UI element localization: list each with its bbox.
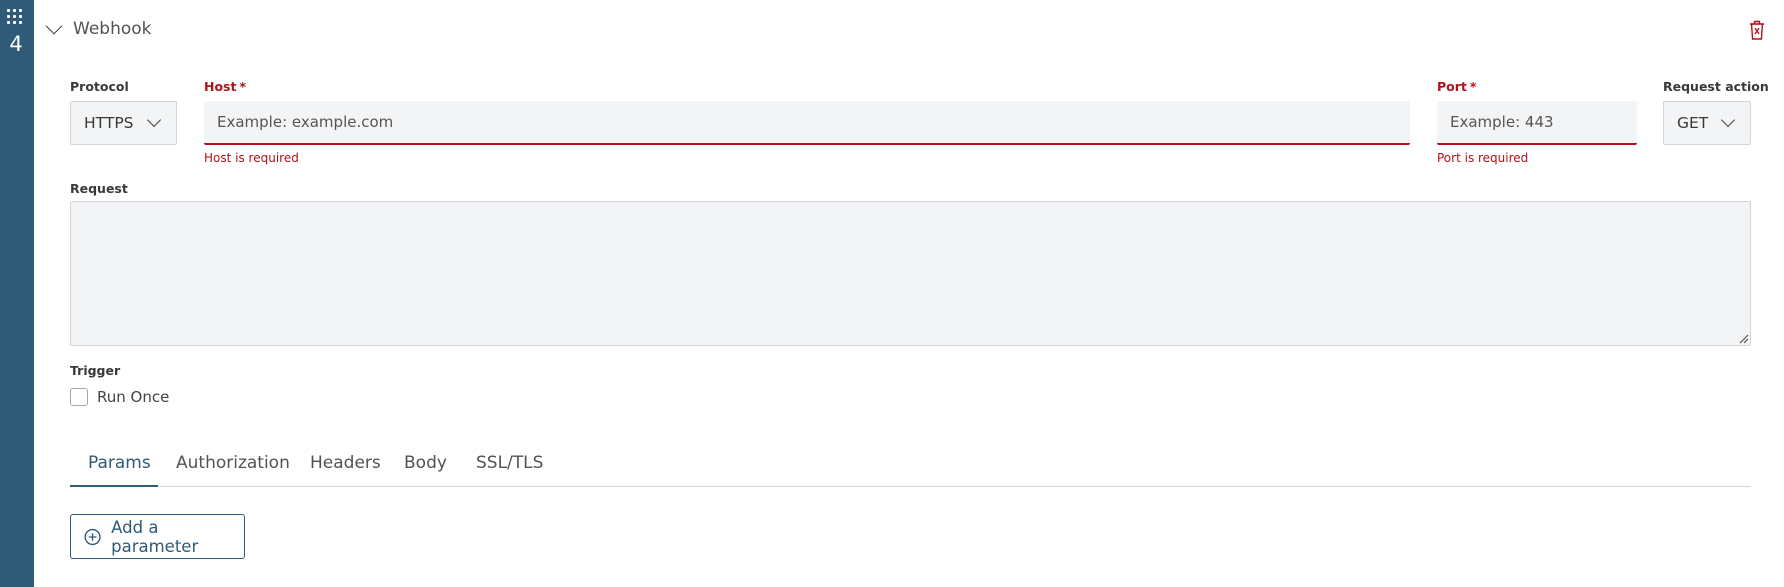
tab-authorization[interactable]: Authorization: [176, 450, 290, 487]
protocol-label: Protocol: [70, 79, 129, 94]
host-label-text: Host: [204, 79, 237, 94]
webhook-step-page: 4 Webhook Protocol HTTPS Host* Host is r…: [0, 0, 1784, 587]
request-label: Request: [70, 181, 128, 196]
port-field: [1437, 101, 1637, 145]
step-number: 4: [9, 32, 23, 56]
request-textarea[interactable]: [70, 201, 1751, 346]
tab-bar: Params Authorization Headers Body SSL/TL…: [70, 450, 1751, 487]
run-once-label[interactable]: Run Once: [97, 388, 169, 406]
port-label: Port *: [1437, 79, 1476, 94]
add-parameter-label: Add a parameter: [111, 517, 199, 556]
port-label-text: Port: [1437, 79, 1467, 94]
drag-grid-icon[interactable]: [7, 9, 23, 25]
tab-params[interactable]: Params: [88, 450, 151, 487]
required-mark: *: [239, 79, 247, 94]
port-error: Port is required: [1437, 151, 1529, 165]
tab-ssl-tls[interactable]: SSL/TLS: [476, 450, 543, 487]
section-title: Webhook: [73, 19, 152, 39]
port-input[interactable]: [1437, 101, 1637, 143]
trigger-label: Trigger: [70, 363, 121, 378]
chevron-down-icon: [146, 112, 162, 128]
request-action-label: Request action: [1663, 79, 1769, 94]
host-label: Host *: [204, 79, 246, 94]
add-parameter-button[interactable]: Add a parameter: [70, 514, 245, 559]
protocol-value: HTTPS: [84, 114, 134, 132]
section-toggle[interactable]: Webhook: [45, 16, 152, 42]
chevron-down-icon: [1720, 112, 1736, 128]
host-field: [204, 101, 1410, 145]
request-action-select[interactable]: GET: [1663, 101, 1751, 145]
protocol-select[interactable]: HTTPS: [70, 101, 177, 145]
run-once-checkbox[interactable]: [70, 388, 88, 406]
active-tab-indicator: [70, 485, 158, 487]
resize-grip-icon[interactable]: [1738, 333, 1749, 344]
tab-headers[interactable]: Headers: [310, 450, 381, 487]
chevron-down-icon: [45, 17, 63, 35]
plus-circle-icon: [84, 528, 101, 545]
trash-icon[interactable]: [1748, 19, 1766, 41]
step-rail: 4: [0, 0, 34, 587]
host-input[interactable]: [204, 101, 1410, 143]
host-error: Host is required: [204, 151, 299, 165]
required-mark: *: [1469, 79, 1477, 94]
tab-body[interactable]: Body: [404, 450, 447, 487]
request-action-value: GET: [1677, 114, 1709, 132]
